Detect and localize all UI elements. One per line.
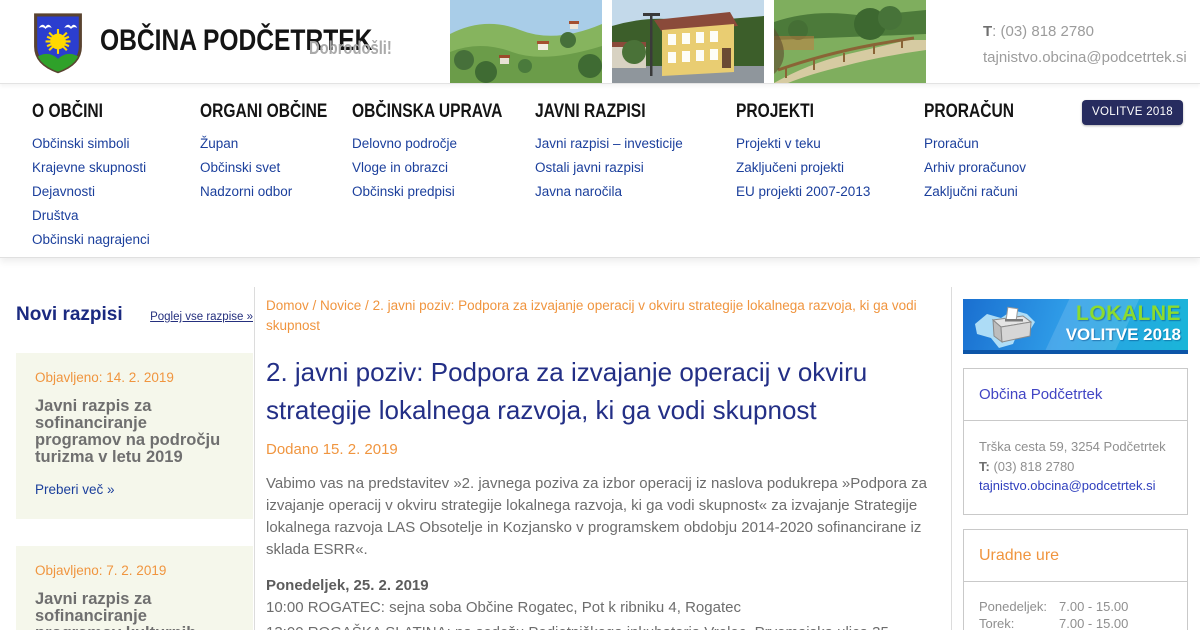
nav-link[interactable]: Vloge in obrazci (352, 156, 535, 180)
main-navigation: O OBČINI Občinski simboli Krajevne skupn… (0, 84, 1200, 258)
nav-column-javni-razpisi: JAVNI RAZPISI Javni razpisi – investicij… (535, 101, 736, 252)
municipality-address: Trška cesta 59, 3254 Podčetrtek (979, 439, 1166, 454)
office-hours-row: Ponedeljek: 7.00 - 15.00 (979, 598, 1129, 614)
article-date-added: Dodano 15. 2. 2019 (266, 441, 398, 458)
article-title: 2. javni poziv: Podpora za izvajanje ope… (266, 357, 868, 425)
slovenia-map-ballot-icon (975, 306, 1035, 348)
nav-link[interactable]: Delovno področje (352, 132, 535, 156)
content-area: Novi razpisi Poglej vse razpise » Objavl… (0, 258, 1200, 630)
breadcrumb-novice[interactable]: Novice (320, 298, 361, 313)
nav-heading: PROJEKTI (736, 101, 814, 122)
nav-column-obcinska-uprava: OBČINSKA UPRAVA Delovno področje Vloge i… (352, 101, 535, 252)
banner-line2: VOLITVE 2018 (1065, 325, 1181, 344)
volitve-2018-button[interactable]: VOLITVE 2018 (1082, 100, 1183, 125)
breadcrumb-separator: / (308, 298, 321, 313)
nav-link[interactable]: Zaključeni projekti (736, 156, 924, 180)
read-more-link[interactable]: Preberi več » (35, 482, 115, 497)
municipality-email-link[interactable]: tajnistvo.obcina@podcetrtek.si (979, 478, 1156, 493)
nav-link[interactable]: Proračun (924, 132, 1074, 156)
nav-link[interactable]: Nadzorni odbor (200, 180, 352, 204)
published-date: Objavljeno: 7. 2. 2019 (35, 563, 167, 578)
right-sidebar: LOKALNE VOLITVE 2018 Občina Podčetrtek T… (963, 299, 1188, 630)
nav-link[interactable]: Javna naročila (535, 180, 736, 204)
page: OBČINA PODČETRTEK Dobrodošli! T: (03) 81… (0, 0, 1200, 630)
header-photos (450, 0, 926, 83)
nav-link[interactable]: Župan (200, 132, 352, 156)
photo-municipal-building (612, 0, 764, 83)
nav-heading: JAVNI RAZPISI (535, 101, 646, 122)
nav-column-organi-obcine: ORGANI OBČINE Župan Občinski svet Nadzor… (200, 101, 352, 252)
nav-column-projekti: PROJEKTI Projekti v teku Zaključeni proj… (736, 101, 924, 252)
article-column: Domov / Novice / 2. javni poziv: Podpora… (254, 287, 952, 630)
header-contact: T: (03) 818 2780 tajnistvo.obcina@podcet… (983, 19, 1187, 71)
nav-link[interactable]: Občinski svet (200, 156, 352, 180)
nav-heading: PRORAČUN (924, 101, 1015, 122)
nav-column-proracun: PRORAČUN Proračun Arhiv proračunov Zaklj… (924, 101, 1074, 252)
nav-link[interactable]: Javni razpisi – investicije (535, 132, 736, 156)
event-schedule-line: 10:00 ROGATEC: sejna soba Občine Rogatec… (266, 599, 741, 616)
coat-of-arms-icon (34, 13, 82, 74)
published-date: Objavljeno: 14. 2. 2019 (35, 370, 174, 385)
tender-card: Objavljeno: 14. 2. 2019 Javni razpis za … (16, 353, 253, 519)
new-tenders-heading: Novi razpisi (16, 304, 123, 325)
banner-line1: LOKALNE (1076, 302, 1181, 325)
nav-link[interactable]: EU projekti 2007-2013 (736, 180, 924, 204)
breadcrumb-separator: / (361, 298, 373, 313)
office-hours-heading: Uradne ure (979, 546, 1060, 564)
article-paragraph: Vabimo vas na predstavitev »2. javnega p… (266, 475, 927, 558)
left-sidebar: Novi razpisi Poglej vse razpise » Objavl… (16, 258, 253, 630)
nav-heading: ORGANI OBČINE (200, 101, 328, 122)
tender-title[interactable]: Javni razpis za sofinanciranje programov… (35, 591, 234, 630)
header-phone: T: (03) 818 2780 (983, 23, 1094, 40)
nav-link[interactable]: Občinski predpisi (352, 180, 535, 204)
lokalne-volitve-banner[interactable]: LOKALNE VOLITVE 2018 (963, 299, 1188, 354)
tender-title[interactable]: Javni razpis za sofinanciranje programov… (35, 398, 234, 466)
nav-link[interactable]: Ostali javni razpisi (535, 156, 736, 180)
event-date-heading: Ponedeljek, 25. 2. 2019 (266, 577, 429, 594)
nav-link[interactable]: Dejavnosti (32, 180, 200, 204)
header-email[interactable]: tajnistvo.obcina@podcetrtek.si (983, 45, 1187, 71)
welcome-text: Dobrodošli! (309, 38, 392, 58)
tender-card: Objavljeno: 7. 2. 2019 Javni razpis za s… (16, 546, 253, 630)
breadcrumb: Domov / Novice / 2. javni poziv: Podpora… (266, 296, 937, 336)
municipality-link[interactable]: Občina Podčetrtek (979, 386, 1102, 403)
view-all-tenders-link[interactable]: Poglej vse razpise » (150, 311, 253, 323)
municipality-phone: T: (03) 818 2780 (979, 458, 1075, 474)
event-schedule-line: 13:00 ROGAŠKA SLATINA: na sedežu Podjetn… (266, 622, 937, 630)
nav-link[interactable]: Občinski simboli (32, 132, 200, 156)
nav-column-o-obcini: O OBČINI Občinski simboli Krajevne skupn… (32, 101, 200, 252)
photo-hills-landscape (450, 0, 602, 83)
nav-link[interactable]: Zaključni računi (924, 180, 1074, 204)
office-hours-box: Uradne ure Ponedeljek: 7.00 - 15.00 Tore… (963, 528, 1188, 630)
nav-link[interactable]: Projekti v teku (736, 132, 924, 156)
nav-link[interactable]: Krajevne skupnosti (32, 156, 200, 180)
municipality-coat-of-arms-logo[interactable] (32, 11, 84, 75)
nav-link[interactable]: Arhiv proračunov (924, 156, 1074, 180)
nav-link[interactable]: Društva (32, 204, 200, 228)
nav-link[interactable]: Občinski nagrajenci (32, 228, 200, 252)
office-hours-row: Torek: 7.00 - 15.00 (979, 616, 1129, 630)
nav-heading: OBČINSKA UPRAVA (352, 101, 503, 122)
header: OBČINA PODČETRTEK Dobrodošli! T: (03) 81… (0, 0, 1200, 84)
municipality-contact-box: Občina Podčetrtek Trška cesta 59, 3254 P… (963, 368, 1188, 515)
photo-walkway (774, 0, 926, 83)
breadcrumb-home[interactable]: Domov (266, 298, 309, 313)
nav-heading: O OBČINI (32, 101, 103, 122)
